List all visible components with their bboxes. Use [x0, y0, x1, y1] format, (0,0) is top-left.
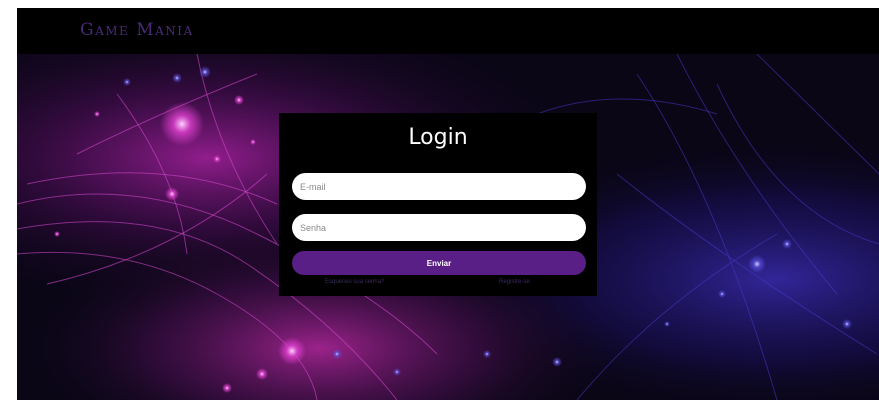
login-title: Login — [408, 125, 468, 150]
top-header: Game Mania — [17, 8, 879, 54]
register-link[interactable]: Registre-se — [499, 279, 530, 285]
enviar-button[interactable]: Enviar — [292, 251, 586, 275]
senha-input[interactable] — [292, 214, 586, 241]
login-page: Game Mania Login E-mail Enviar Esqueceu … — [17, 8, 879, 400]
screen: Game Mania Login E-mail Enviar Esqueceu … — [0, 0, 879, 400]
brand-logo[interactable]: Game Mania — [80, 20, 194, 40]
forgot-password-link[interactable]: Esqueceu sua senha? — [325, 279, 384, 285]
login-card: Login Enviar Esqueceu sua senha? Registr… — [279, 113, 597, 296]
email-input[interactable] — [292, 173, 586, 200]
